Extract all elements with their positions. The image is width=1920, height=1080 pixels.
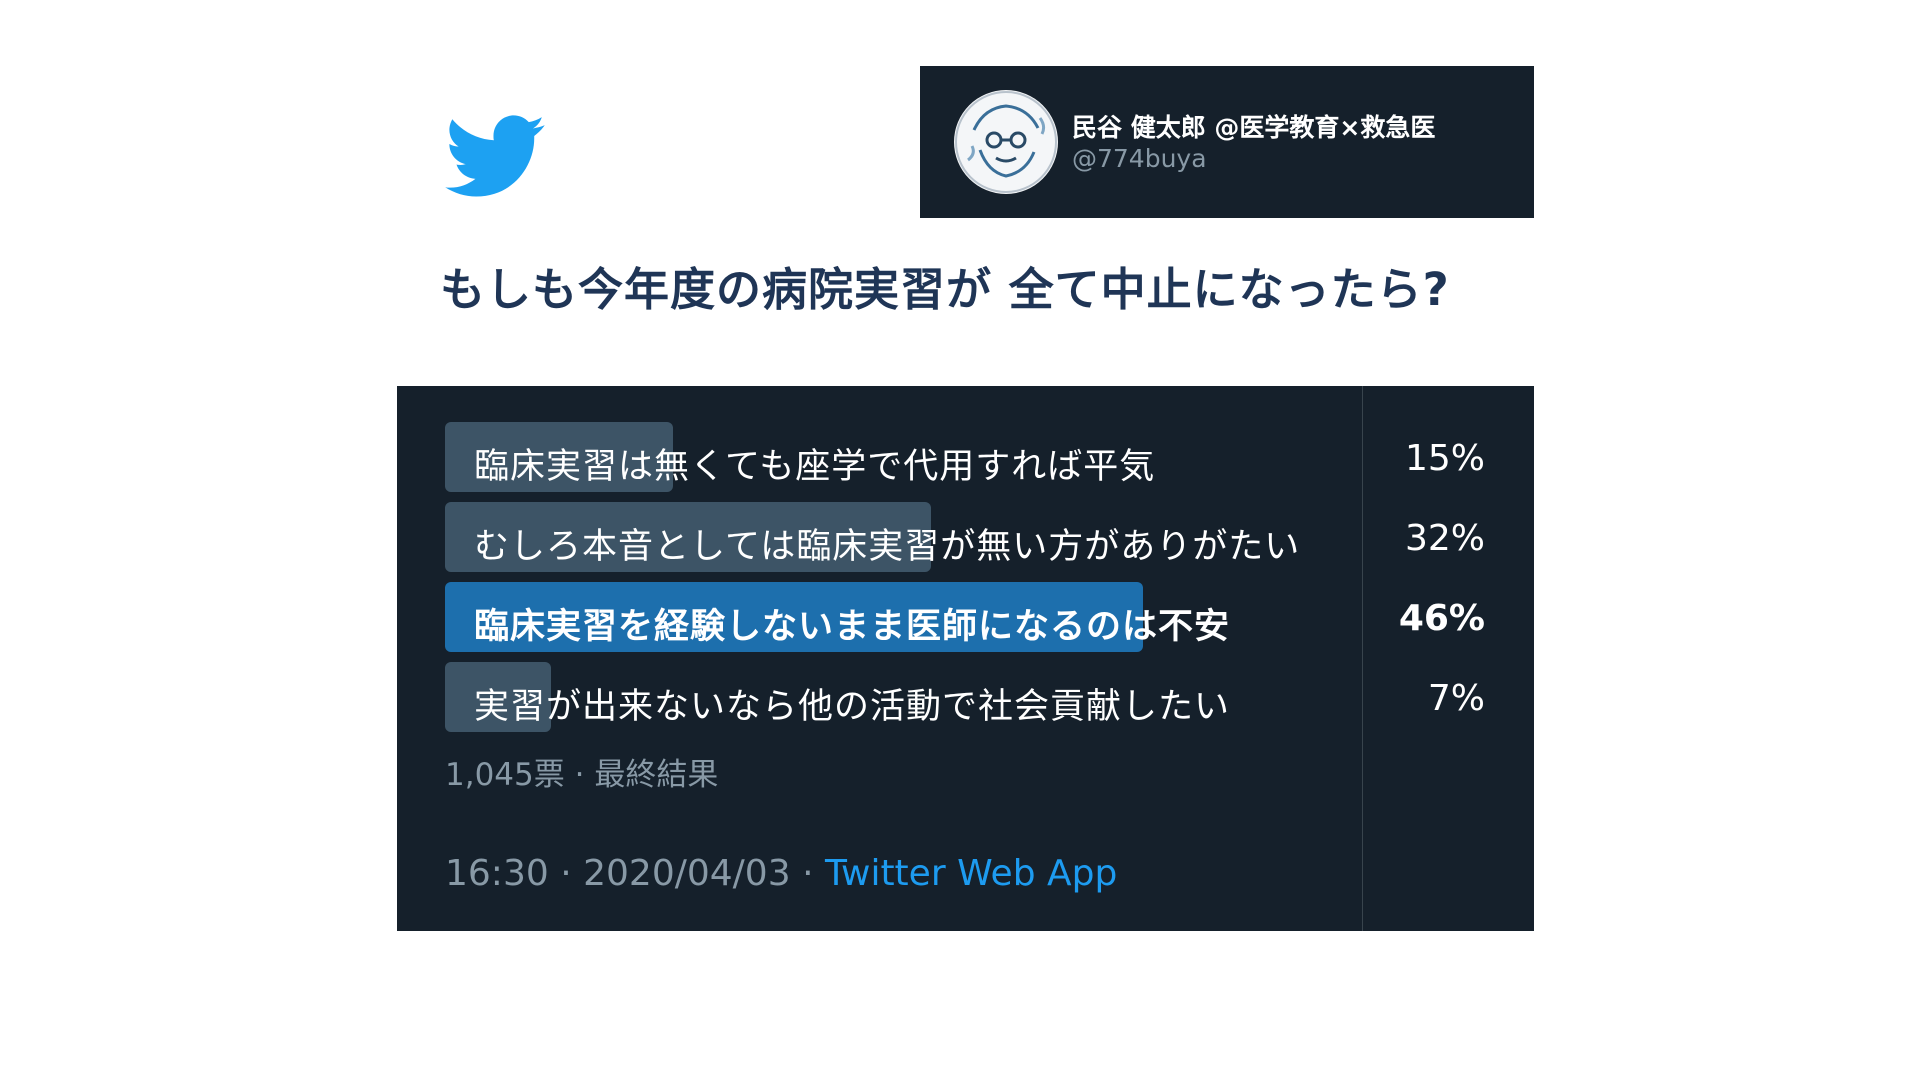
meta-separator: · — [802, 853, 814, 894]
tweet-time[interactable]: 16:30 — [445, 853, 549, 894]
slide: 民谷 健太郎 @医学教育×救急医 @774buya もしも今年度の病院実習が 全… — [0, 0, 1920, 1080]
page-title: もしも今年度の病院実習が 全て中止になったら? — [440, 263, 1450, 316]
tweet-source-link[interactable]: Twitter Web App — [825, 853, 1117, 894]
poll-status: 最終結果 — [594, 757, 719, 793]
poll-option-label: 臨床実習を経験しないまま医師になるのは不安 — [474, 607, 1231, 647]
avatar-illustration-icon — [955, 91, 1057, 193]
poll-summary: 1,045票 · 最終結果 — [445, 749, 718, 794]
avatar[interactable] — [954, 90, 1058, 194]
tweet-meta: 16:30 · 2020/04/03 · Twitter Web App — [445, 853, 1117, 894]
tweet-date[interactable]: 2020/04/03 — [583, 853, 791, 894]
poll-option-percent: 32% — [1404, 518, 1485, 559]
poll-option: 実習が出来ないなら他の活動で社会貢献したい 7% — [445, 662, 1485, 732]
poll-option-percent: 7% — [1427, 678, 1485, 719]
twitter-bird-icon — [445, 115, 545, 197]
user-handle[interactable]: @774buya — [1072, 144, 1207, 173]
profile-card[interactable]: 民谷 健太郎 @医学教育×救急医 @774buya — [920, 66, 1534, 218]
poll-panel: 臨床実習は無くても座学で代用すれば平気 15% むしろ本音としては臨床実習が無い… — [397, 386, 1534, 931]
poll-option-percent: 15% — [1404, 438, 1485, 479]
poll-option-label: 臨床実習は無くても座学で代用すれば平気 — [474, 447, 1156, 487]
meta-separator: · — [560, 853, 572, 894]
poll-option: むしろ本音としては臨床実習が無い方がありがたい 32% — [445, 502, 1485, 572]
poll-option-percent: 46% — [1398, 598, 1485, 639]
poll-option-label: 実習が出来ないなら他の活動で社会貢献したい — [474, 687, 1231, 727]
poll-separator: · — [574, 757, 585, 793]
poll-option: 臨床実習は無くても座学で代用すれば平気 15% — [445, 422, 1485, 492]
poll-option-winner: 臨床実習を経験しないまま医師になるのは不安 46% — [445, 582, 1485, 652]
poll-option-label: むしろ本音としては臨床実習が無い方がありがたい — [474, 527, 1301, 567]
poll-vote-count: 1,045票 — [445, 757, 565, 793]
display-name[interactable]: 民谷 健太郎 @医学教育×救急医 — [1072, 108, 1435, 144]
